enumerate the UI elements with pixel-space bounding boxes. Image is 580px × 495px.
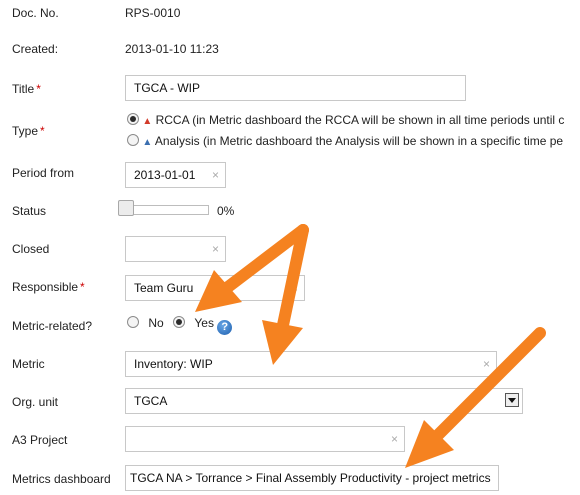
warning-blue-icon: ▲ [142,137,153,148]
required-mark: * [36,82,41,96]
status-percent: 0% [217,204,235,218]
clear-icon[interactable]: × [391,427,398,451]
period-from-label: Period from [12,166,75,180]
doc-no-label: Doc. No. [12,6,59,20]
metric-related-label: Metric-related? [12,319,93,333]
type-option-analysis[interactable]: ▲ Analysis (in Metric dashboard the Anal… [127,134,580,148]
required-mark: * [80,280,85,294]
clear-icon[interactable]: × [212,237,219,261]
type-label: Type * [12,124,45,138]
period-from-value: 2013-01-01 [134,168,196,182]
metric-value: Inventory: WIP [134,357,213,371]
responsible-label: Responsible * [12,280,85,294]
org-unit-label: Org. unit [12,395,59,409]
type-rcca-radio[interactable] [127,113,139,125]
org-unit-value: TGCA [134,394,168,408]
metric-related-yes-radio[interactable] [173,316,186,328]
a3-project-input[interactable]: × [125,426,405,452]
clear-icon[interactable]: × [483,352,490,376]
status-slider-track[interactable] [125,205,209,215]
metric-related-options: No Yes ? [127,316,233,335]
metrics-dashboard-input[interactable]: TGCA NA > Torrance > Final Assembly Prod… [125,465,499,491]
a3-project-label: A3 Project [12,433,68,447]
type-rcca-text: RCCA (in Metric dashboard the RCCA will … [155,113,565,127]
closed-input[interactable]: × [125,236,226,262]
metric-related-no-label: No [148,316,164,330]
status-label: Status [12,204,47,218]
annotation-arrowhead-dashboard [405,420,454,468]
type-analysis-text: Analysis (in Metric dashboard the Analys… [154,134,564,148]
responsible-input[interactable]: Team Guru × [125,275,305,301]
required-mark: * [40,124,45,138]
title-label: Title * [12,82,41,96]
type-option-rcca[interactable]: ▲ RCCA (in Metric dashboard the RCCA wil… [127,113,580,127]
metric-related-yes-label: Yes [194,316,214,330]
doc-no-value: RPS-0010 [125,6,181,20]
status-slider-handle[interactable] [118,200,134,216]
clear-icon[interactable]: × [212,163,219,187]
title-label-text: Title [12,82,35,96]
type-label-text: Type [12,124,39,138]
period-from-input[interactable]: 2013-01-01 × [125,162,226,188]
metric-input[interactable]: Inventory: WIP × [125,351,497,377]
annotation-arrow-dashboard [432,327,546,441]
type-analysis-radio[interactable] [127,134,139,146]
responsible-label-text: Responsible [12,280,79,294]
warning-red-icon: ▲ [142,116,153,127]
chevron-down-icon[interactable] [505,393,519,407]
responsible-value: Team Guru [134,281,194,295]
closed-label: Closed [12,242,50,256]
metrics-dashboard-label: Metrics dashboard [12,472,111,486]
clear-icon[interactable]: × [291,276,298,300]
metric-related-no-radio[interactable] [127,316,139,328]
created-label: Created: [12,42,59,56]
help-icon[interactable]: ? [217,320,233,335]
title-input[interactable]: TGCA - WIP [125,75,466,101]
org-unit-select[interactable]: TGCA [125,388,523,414]
metric-label: Metric [12,357,45,371]
created-value: 2013-01-10 11:23 [125,42,219,56]
